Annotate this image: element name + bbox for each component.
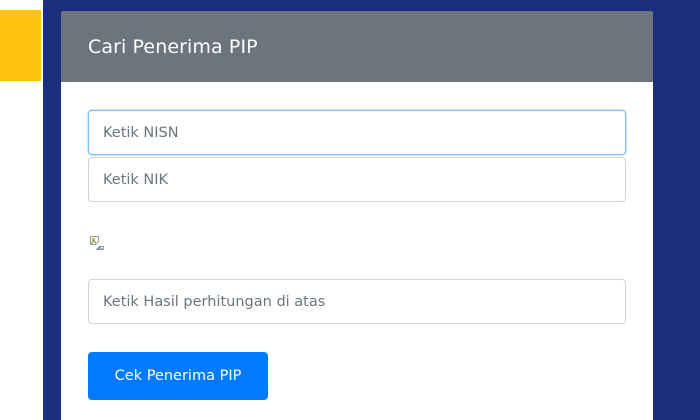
left-accent-bar	[0, 10, 41, 81]
broken-image-icon	[90, 236, 104, 250]
search-card: Cari Penerima PIP Cek Penerima PIP	[61, 11, 653, 420]
page: Cari Penerima PIP Cek Penerima PIP	[0, 0, 700, 420]
nisn-input[interactable]	[88, 110, 626, 155]
left-sidebar-panel	[0, 0, 43, 420]
captcha-answer-input[interactable]	[88, 279, 626, 324]
card-title: Cari Penerima PIP	[88, 35, 258, 58]
card-header: Cari Penerima PIP	[61, 11, 653, 82]
nik-input[interactable]	[88, 157, 626, 202]
check-recipient-button[interactable]: Cek Penerima PIP	[88, 352, 268, 400]
